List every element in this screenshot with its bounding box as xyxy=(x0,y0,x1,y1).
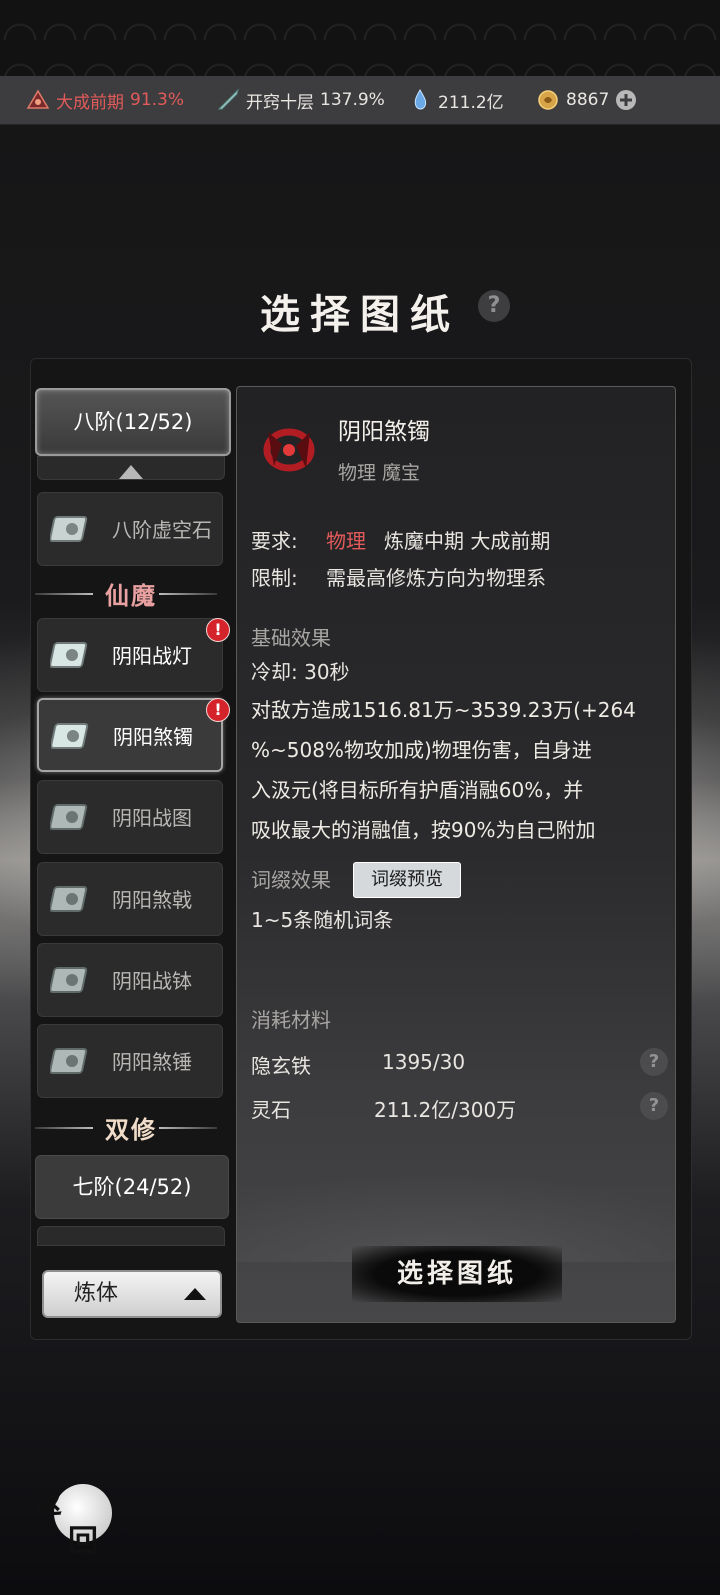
gold-stat[interactable]: 8867 xyxy=(536,76,637,124)
alert-badge: ! xyxy=(206,618,230,642)
scroll-icon xyxy=(50,642,88,668)
meridian-label: 开窍十层 xyxy=(246,92,314,113)
list-item-label: 八阶虚空石 xyxy=(112,518,212,542)
scroll-up-icon[interactable] xyxy=(119,465,143,479)
help-icon[interactable]: ? xyxy=(478,290,510,322)
require-type: 物理 xyxy=(326,529,366,553)
list-item-battle-map[interactable]: 阴阳战图 xyxy=(37,780,223,854)
material-help-icon[interactable]: ? xyxy=(640,1048,668,1076)
realm-label: 大成前期 xyxy=(56,92,124,113)
material-amount: 1395/30 xyxy=(382,1050,466,1074)
section-divider-dual: 双修 xyxy=(35,1112,227,1144)
effect-line: %~508%物攻加成)物理伤害，自身进 xyxy=(251,738,592,762)
back-button[interactable]: 返 回 xyxy=(32,1478,112,1559)
sword-icon xyxy=(217,88,239,110)
meridian-value: 137.9% xyxy=(320,90,385,110)
alert-badge: ! xyxy=(206,698,230,722)
list-item-label: 阴阳战钵 xyxy=(112,969,192,993)
scroll-icon xyxy=(50,886,88,912)
list-item-battle-lamp[interactable]: 阴阳战灯 xyxy=(37,618,223,692)
list-item-bowl[interactable]: 阴阳战钵 xyxy=(37,943,223,1017)
meridian-stat[interactable]: 开窍十层 137.9% xyxy=(216,76,385,124)
spirit-stone-stat[interactable]: 211.2亿 xyxy=(408,76,504,124)
list-item-label: 阴阳战图 xyxy=(112,806,192,830)
bracelet-item-icon xyxy=(263,428,315,472)
list-item-void-stone[interactable]: 八阶虚空石 xyxy=(37,492,223,566)
require-rest: 炼魔中期 大成前期 xyxy=(384,529,551,553)
section-label: 双修 xyxy=(105,1115,157,1144)
material-help-icon[interactable]: ? xyxy=(640,1092,668,1120)
material-amount: 211.2亿/300万 xyxy=(374,1098,517,1122)
effect-line: 吸收最大的消融值，按90%为自己附加 xyxy=(251,818,596,842)
material-name: 隐玄铁 xyxy=(251,1054,311,1078)
top-decoration xyxy=(0,0,720,76)
effect-description: 对敌方造成1516.81万~3539.23万(+264 %~508%物攻加成)物… xyxy=(251,690,651,850)
list-item-label: 阴阳战灯 xyxy=(112,644,192,668)
realm-icon xyxy=(26,89,50,109)
caret-up-icon xyxy=(184,1288,206,1300)
limit-label: 限制: xyxy=(251,566,298,590)
effect-line: 对敌方造成1516.81万~3539.23万(+264 xyxy=(251,698,636,722)
list-item-peek xyxy=(37,1226,225,1246)
scroll-icon xyxy=(51,723,89,749)
gold-value: 8867 xyxy=(566,90,610,110)
limit-value: 需最高修炼方向为物理系 xyxy=(326,566,546,590)
require-label: 要求: xyxy=(251,529,298,553)
spirit-stone-value: 211.2亿 xyxy=(438,92,504,113)
scroll-icon xyxy=(50,804,88,830)
list-item-label: 阴阳煞镯 xyxy=(113,725,193,749)
category-select-value: 炼体 xyxy=(74,1281,119,1306)
list-item-label: 阴阳煞戟 xyxy=(112,888,192,912)
scroll-icon xyxy=(50,516,88,542)
list-item-bracelet-selected[interactable]: 阴阳煞镯 xyxy=(37,698,223,772)
item-tags: 物理 魔宝 xyxy=(338,462,421,484)
realm-value: 91.3% xyxy=(130,90,185,110)
affix-label: 词缀效果 xyxy=(251,868,331,892)
affix-preview-button[interactable]: 词缀预览 xyxy=(353,862,461,898)
section-label: 仙魔 xyxy=(105,581,157,610)
status-bar: 大成前期 91.3% 开窍十层 137.9% 211.2亿 8867 xyxy=(0,76,720,125)
mountain-background xyxy=(237,1002,675,1262)
scroll-icon xyxy=(50,1048,88,1074)
page-title: 选择图纸 xyxy=(260,291,460,338)
effect-line: 入汲元(将目标所有护盾消融60%，并 xyxy=(251,778,584,802)
list-item-label: 阴阳煞锤 xyxy=(112,1050,192,1074)
realm-stat[interactable]: 大成前期 91.3% xyxy=(26,76,184,124)
tier-7-header[interactable]: 七阶(24/52) xyxy=(35,1155,229,1219)
section-divider-immortal: 仙魔 xyxy=(35,578,227,610)
base-effect-label: 基础效果 xyxy=(251,626,331,650)
affix-value: 1~5条随机词条 xyxy=(251,908,394,932)
materials-label: 消耗材料 xyxy=(251,1008,331,1032)
add-icon[interactable] xyxy=(615,89,637,111)
list-item-hammer[interactable]: 阴阳煞锤 xyxy=(37,1024,223,1098)
cooldown-text: 冷却: 30秒 xyxy=(251,660,350,684)
scroll-icon xyxy=(50,967,88,993)
category-select[interactable]: 炼体 xyxy=(42,1270,222,1318)
back-char: 返 xyxy=(32,1486,62,1521)
tier-8-header[interactable]: 八阶(12/52) xyxy=(35,388,231,456)
material-name: 灵石 xyxy=(251,1098,291,1122)
back-char: 回 xyxy=(68,1524,98,1559)
gold-coin-icon xyxy=(538,90,558,110)
item-name: 阴阳煞镯 xyxy=(338,419,430,445)
select-blueprint-button[interactable]: 选择图纸 xyxy=(352,1246,562,1302)
spirit-stone-icon xyxy=(414,88,427,110)
list-item-halberd[interactable]: 阴阳煞戟 xyxy=(37,862,223,936)
